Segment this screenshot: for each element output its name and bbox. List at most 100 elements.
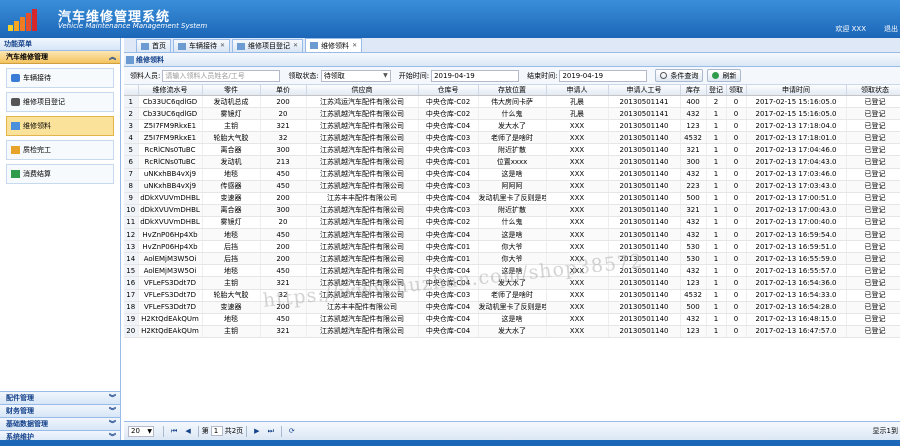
table-row[interactable]: 20 H2KtQdEAkQUm 主钥 321 江苏凯越汽车配件有限公司 中央仓库-C04 发… [124,325,900,338]
column-header[interactable]: 登记 [706,85,727,96]
tab-material[interactable]: 维修领料 ✕ [305,38,363,52]
column-header[interactable]: 仓库号 [418,85,479,96]
table-row[interactable]: 17 VFLeFS3Ddt7D 轮胎大气胶 32 江苏凯越汽车配件有限公司 中央仓库-C0… [124,289,900,302]
table-cell: 1 [706,228,727,242]
table-cell: 432 [680,313,707,326]
table-cell: 地毯 [202,228,261,242]
table-cell: 江苏丰丰配件有限公司 [306,301,419,314]
tab-label: 车辆接待 [189,42,217,50]
column-header[interactable]: 申请人 [546,85,609,96]
money-icon [11,170,20,178]
tab-home[interactable]: 首页 [136,39,171,52]
refresh-button[interactable]: 刷新 [707,69,742,82]
chevron-up-icon[interactable]: ︽ [109,51,116,64]
table-cell: 223 [680,180,707,193]
table-row[interactable]: 19 H2KtQdEAkQUm 地毯 450 江苏凯越汽车配件有限公司 中央仓库-C04 这… [124,313,900,326]
sidebar-item-reception[interactable]: 车辆接待 [6,68,114,88]
page-number-input[interactable]: 1 [210,426,223,436]
close-icon[interactable]: ✕ [220,40,225,52]
picker-input[interactable]: 请输入领料人员姓名/工号 [162,69,281,82]
page-size-select[interactable]: 20 ▼ [128,425,154,437]
sidebar-section-repair[interactable]: 汽车维修管理 ︽ [0,51,120,64]
column-header[interactable]: 存放位置 [478,85,547,96]
table-cell: 1 [706,168,727,181]
column-header[interactable] [124,85,139,96]
table-row[interactable]: 6 RcRlCNs0TuBC 发动机 213 江苏凯越汽车配件有限公司 中央仓库-C01 位… [124,155,900,169]
refresh-icon[interactable]: ⟳ [289,427,295,435]
tab-reception[interactable]: 车辆接待 ✕ [173,39,231,52]
chevron-down-icon[interactable]: ▼ [147,427,152,436]
sidebar-group-basedata[interactable]: 基础数据管理 ︾ [0,417,120,430]
table-row[interactable]: 5 RcRlCNs0TuBC 离合器 300 江苏凯越汽车配件有限公司 中央仓库-C03 附… [124,143,900,157]
table-cell: 321 [260,325,307,338]
search-button[interactable]: 条件查询 [655,69,704,82]
table-row[interactable]: 13 HvZnP06Hp4Xb 后挡 200 江苏凯越汽车配件有限公司 中央仓库-C01 你… [124,240,900,254]
table-cell: 发动机总成 [202,95,261,109]
table-cell: 432 [680,264,707,278]
table-cell: 江苏凯越汽车配件有限公司 [306,325,419,338]
column-header[interactable]: 维修流水号 [138,85,203,96]
column-header[interactable]: 单价 [260,85,307,96]
column-header[interactable]: 领取 [726,85,747,96]
next-page-icon[interactable]: ▶ [254,427,259,435]
row-number: 16 [124,276,139,290]
table-cell: 雾镜灯 [202,107,261,121]
sidebar-item-label: 消费结算 [23,170,51,178]
table-cell: 2017-02-13 17:18:04.0 [746,119,847,133]
column-header[interactable]: 申请人工号 [608,85,681,96]
table-cell: 你大爷 [478,240,547,254]
last-page-icon[interactable]: ⏭ [268,427,274,436]
table-row[interactable]: 1 Cb33UC6qdlGD 发动机总成 200 江苏鸿运汽车配件有限公司 中央仓库-C0… [124,95,900,109]
status-select[interactable]: 待领取 ▼ [320,69,391,82]
table-cell: 321 [260,119,307,133]
table-row[interactable]: 15 AolEMjM3W5Oi 地毯 450 江苏凯越汽车配件有限公司 中央仓库-C04 这… [124,264,900,278]
column-header[interactable]: 供应商 [306,85,419,96]
column-header[interactable]: 领取状态 [846,85,900,96]
table-row[interactable]: 10 dDkXVUVmDHBL 离合器 300 江苏凯越汽车配件有限公司 中央仓库-C03… [124,204,900,217]
table-cell: 江苏凯越汽车配件有限公司 [306,204,419,217]
table-row[interactable]: 16 VFLeFS3Ddt7D 主钥 321 江苏凯越汽车配件有限公司 中央仓库-C04 发… [124,276,900,290]
start-date-input[interactable]: 2019-04-19 [431,69,520,82]
table-row[interactable]: 9 dDkXVUVmDHBL 变速器 200 江苏丰丰配件有限公司 中央仓库-C04 发动机… [124,192,900,205]
column-header[interactable]: 零件 [202,85,261,96]
table-cell: Cb33UC6qdlGD [138,95,203,109]
table-cell: 已登记 [846,313,900,326]
column-header[interactable]: 申请时间 [746,85,847,96]
close-icon[interactable]: ✕ [293,40,298,52]
row-number: 15 [124,264,139,278]
end-label: 结束时间: [527,71,558,80]
table-row[interactable]: 18 VFLeFS3Ddt7D 变速器 200 江苏丰丰配件有限公司 中央仓库-C04 发动… [124,301,900,314]
table-cell: 老师了是啥时 [478,289,547,302]
table-cell: 发大水了 [478,276,547,290]
prev-page-icon[interactable]: ◀ [185,427,190,435]
table-row[interactable]: 2 Cb33UC6qdlGD 雾镜灯 20 江苏凯越汽车配件有限公司 中央仓库-C02 什么… [124,107,900,121]
table-row[interactable]: 4 Z5I7FM9RkxE1 轮胎大气胶 32 江苏凯越汽车配件有限公司 中央仓库-C03… [124,131,900,145]
table-row[interactable]: 12 HvZnP06Hp4Xb 地毯 450 江苏凯越汽车配件有限公司 中央仓库-C04 这… [124,228,900,242]
sidebar-item-repair-register[interactable]: 维修项目登记 [6,92,114,112]
table-cell: 123 [680,276,707,290]
sidebar-item-settlement[interactable]: 消费结算 [6,164,114,184]
row-number: 20 [124,325,139,338]
first-page-icon[interactable]: ⏮ [171,427,177,436]
column-header[interactable]: 库存 [680,85,707,96]
search-icon [660,72,668,79]
end-date-input[interactable]: 2019-04-19 [559,69,648,82]
table-row[interactable]: 11 dDkXVUVmDHBL 雾镜灯 20 江苏凯越汽车配件有限公司 中央仓库-C02 什… [124,216,900,230]
close-icon[interactable]: ✕ [352,40,357,52]
table-cell: 2017-02-13 17:04:46.0 [746,143,847,157]
panel-title: 维修领料 [124,53,900,67]
sidebar-group-parts[interactable]: 配件管理 ︾ [0,391,120,404]
logout-link[interactable]: 退出 [884,24,898,34]
table-cell: 1 [706,240,727,254]
table-row[interactable]: 3 Z5I7FM9RkxE1 主钥 321 江苏凯越汽车配件有限公司 中央仓库-C04 发大… [124,119,900,133]
table-row[interactable]: 7 uNKxhBB4vXj9 地毯 450 江苏凯越汽车配件有限公司 中央仓库-C04 这是… [124,168,900,181]
table-row[interactable]: 8 uNKxhBB4vXj9 传感器 450 江苏凯越汽车配件有限公司 中央仓库-C03 阿… [124,180,900,193]
table-row[interactable]: 14 AolEMjM3W5Oi 后挡 200 江苏凯越汽车配件有限公司 中央仓库-C01 你… [124,252,900,266]
tab-repair-register[interactable]: 维修项目登记 ✕ [232,39,304,52]
sidebar-group-finance[interactable]: 财务管理 ︾ [0,404,120,417]
table-cell: 1 [706,276,727,290]
sidebar-item-material[interactable]: 维修领料 [6,116,114,136]
table-cell: 传感器 [202,180,261,193]
sidebar-item-inspection[interactable]: 质检完工 [6,140,114,160]
chevron-down-icon[interactable]: ▼ [383,71,388,81]
